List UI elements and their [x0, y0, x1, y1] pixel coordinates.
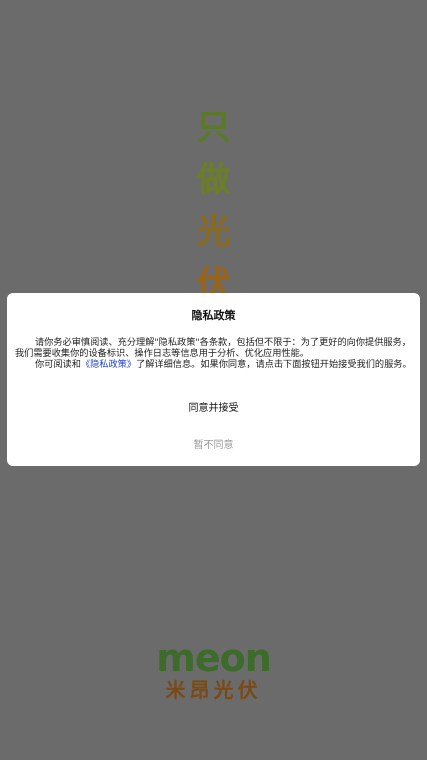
slogan-char: 做 — [196, 160, 231, 200]
privacy-dialog: 隐私政策 请你务必审慎阅读、充分理解"隐私政策"各条款，包括但不限于：为了更好的… — [7, 293, 420, 466]
logo-cn-text: 米昂光伏 — [165, 678, 262, 702]
paragraph-2-prefix: 你可阅读和 — [35, 359, 81, 370]
slogan-char: 光 — [196, 212, 231, 252]
dialog-title: 隐私政策 — [191, 309, 236, 322]
privacy-policy-link[interactable]: 《隐私政策》 — [81, 359, 136, 370]
dialog-paragraph-2: 你可阅读和《隐私政策》了解详细信息。如果你同意，请点击下面按钮开始接受我们的服务… — [15, 359, 412, 370]
splash-slogan: 只 做 光 伏 — [0, 108, 427, 304]
slogan-char: 只 — [196, 108, 231, 148]
dialog-body: 请你务必审慎阅读、充分理解"隐私政策"各条款，包括但不限于：为了更好的向你提供服… — [15, 337, 412, 370]
dialog-paragraph-1: 请你务必审慎阅读、充分理解"隐私政策"各条款，包括但不限于：为了更好的向你提供服… — [15, 337, 411, 359]
meon-logo: meon 米昂光伏 — [0, 636, 427, 702]
decline-button[interactable]: 暂不同意 — [7, 436, 420, 451]
accept-button[interactable]: 同意并接受 — [7, 399, 420, 414]
logo-text: meon — [156, 636, 272, 680]
paragraph-2-suffix: 了解详细信息。如果你同意，请点击下面按钮开始接受我们的服务。 — [136, 359, 412, 370]
